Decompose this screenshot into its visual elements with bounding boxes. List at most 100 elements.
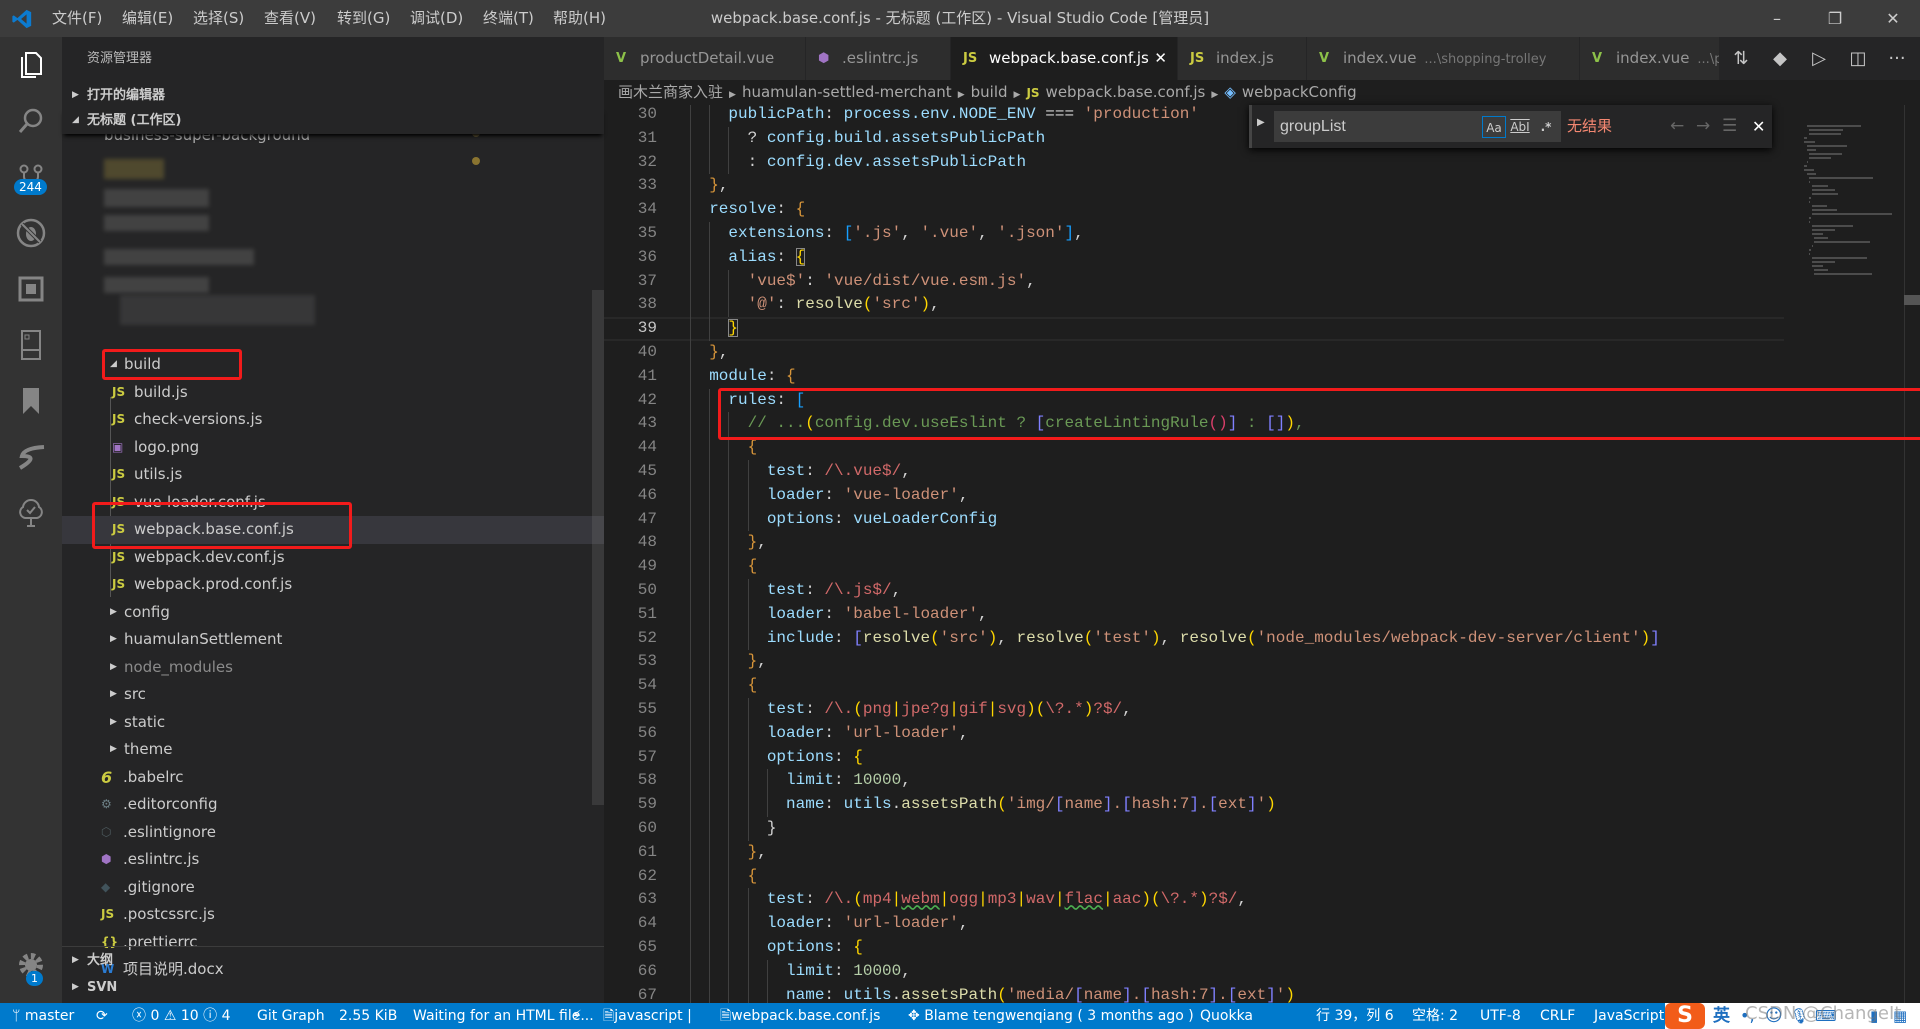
menu-item[interactable]: 转到(G) [337,0,390,37]
menu-item[interactable]: 编辑(E) [122,0,173,37]
match-case-toggle[interactable]: Aa [1482,116,1506,138]
encoding[interactable]: UTF-8 [1480,1003,1521,1029]
tree-item-logo-png[interactable]: ▣ logo.png [62,434,592,462]
code-token: , [1160,628,1180,647]
warning-count: 10 [180,1008,199,1024]
tree-item--eslintignore[interactable]: ⬡ .eslintignore [62,819,592,847]
whole-word-toggle[interactable]: AbI [1508,116,1532,138]
close-tab-icon[interactable]: ✕ [1154,37,1167,80]
blame-icon: ✥ [908,1008,925,1024]
line-ending[interactable]: CRLF [1540,1003,1575,1029]
menu-item[interactable]: 终端(T) [483,0,534,37]
panel-button[interactable] [0,317,62,373]
cursor-position[interactable]: 行 39，列 6 [1316,1003,1394,1029]
tree-item-src[interactable]: ▶ src [62,681,592,709]
breadcrumb-item[interactable]: webpackConfig [1242,83,1357,101]
tree-item-webpack-prod-conf-js[interactable]: JS webpack.prod.conf.js [62,571,592,599]
tab-index-js[interactable]: JS index.js [1178,37,1307,80]
warning-icon: ⚠ [163,1008,181,1024]
menu-item[interactable]: 文件(F) [52,0,102,37]
close-window-button[interactable]: ✕ [1870,0,1916,37]
breadcrumb-item[interactable]: build [971,83,1008,101]
svn-button[interactable] [0,429,62,485]
tree-item--eslintrc-js[interactable]: ⬢ .eslintrc.js [62,846,592,874]
tree-item-build-js[interactable]: JS build.js [62,379,592,407]
minimap-line [1811,193,1838,195]
quokka-button[interactable]: Quokka [1200,1003,1253,1029]
code-editor[interactable]: 30 publicPath: process.env.NODE_ENV === … [604,105,1920,1003]
language-mode[interactable]: JavaScript [1594,1003,1664,1029]
svn-section[interactable]: ▶ SVN [62,974,604,1001]
tree-item-static[interactable]: ▶ static [62,709,592,737]
sync-icon[interactable]: ⟳ [96,1003,108,1029]
chevron-right-icon: ▶ [110,744,117,754]
menu-item[interactable]: 调试(D) [410,0,463,37]
git-graph-button[interactable]: Git Graph [257,1003,325,1029]
search-button[interactable] [0,93,62,149]
restore-button[interactable]: ❐ [1812,0,1858,37]
source-control-button[interactable]: 244 [0,149,62,205]
tree-item-theme[interactable]: ▶ theme [62,736,592,764]
close-find-icon[interactable]: ✕ [1752,105,1765,148]
next-match-icon[interactable]: → [1696,105,1710,148]
tree-item-check-versions-js[interactable]: JS check-versions.js [62,406,592,434]
code-token: 'production' [1083,105,1199,123]
breadcrumb-item[interactable]: huamulan-settled-merchant [742,83,952,101]
code-token: [ [853,628,863,647]
split-editor-icon[interactable]: ◫ [1839,37,1877,80]
tab-index-vue[interactable]: Vindex.vue ...\p [1580,37,1720,80]
indentation[interactable]: 空格: 2 [1412,1003,1458,1029]
menu-item[interactable]: 查看(V) [264,0,316,37]
breadcrumb-item[interactable]: 画木兰商家入驻 [618,83,723,101]
menu-item[interactable]: 选择(S) [193,0,244,37]
tab-index-vue[interactable]: Vindex.vue ...\shopping-trolley [1307,37,1580,80]
minimap-line [1814,269,1829,271]
debug-button[interactable] [0,205,62,261]
bookmarks-button[interactable] [0,373,62,429]
explorer-button[interactable] [0,37,62,93]
open-editors-section[interactable]: ▶ 打开的编辑器 [62,82,604,109]
tab--eslintrc-js[interactable]: ⬢ .eslintrc.js [806,37,951,80]
breadcrumb-item[interactable]: webpack.base.conf.js [1046,83,1206,101]
sogou-logo-icon[interactable]: S [1665,1003,1705,1029]
lightning-icon[interactable]: ⚡ [572,1003,582,1029]
file-item[interactable]: 🗎webpack.base.conf.js [720,1003,880,1029]
sidebar-scrollbar[interactable] [592,290,604,805]
branch-item[interactable]: ᛘ master [12,1003,74,1029]
editor-scrollbar[interactable] [1904,105,1920,1003]
minimize-button[interactable]: – [1754,0,1800,37]
tree-item-config[interactable]: ▶ config [62,599,592,627]
tab-productdetail-vue[interactable]: VproductDetail.vue [604,37,806,80]
more-actions-icon[interactable]: ··· [1878,37,1916,80]
minimap[interactable] [1788,105,1892,1003]
outline-section[interactable]: ▶ 大纲 [62,947,604,974]
tree-item-utils-js[interactable]: JS utils.js [62,461,592,489]
tree-item-node-modules[interactable]: ▶ node_modules [62,654,592,682]
toggle-replace-icon[interactable]: ▶ [1257,117,1265,128]
run-icon[interactable]: ▷ [1800,37,1838,80]
find-in-selection-icon[interactable]: ☰ [1722,105,1737,148]
language-id-item[interactable]: 🗎javascript | [603,1003,692,1029]
code-token: ] [1122,985,1132,1003]
tab-webpack-base-conf-js[interactable]: JS webpack.base.conf.js ✕ [951,37,1178,80]
previous-match-icon[interactable]: ← [1670,105,1684,148]
workspace-section[interactable]: ◢ 无标题 (工作区) [62,107,604,134]
minimap-line [1809,253,1811,255]
blame-item[interactable]: ✥ Blame tengwenqiang ( 3 months ago ) [908,1003,1194,1029]
tree-item--babelrc[interactable]: 6 .babelrc [62,764,592,792]
tree-item--postcssrc-js[interactable]: JS .postcssrc.js [62,901,592,929]
ime-mode[interactable]: 英 [1713,1003,1730,1029]
problems-item[interactable]: ⓧ 0 ⚠ 10 ⓘ 4 [132,1003,231,1029]
settings-button[interactable]: 1 [0,937,62,993]
tree-item-huamulansettlement[interactable]: ▶ huamulanSettlement [62,626,592,654]
menu-item[interactable]: 帮助(H) [553,0,606,37]
tree-item--editorconfig[interactable]: ⚙ .editorconfig [62,791,592,819]
extensions-button[interactable] [0,261,62,317]
tree-item--gitignore[interactable]: ◆ .gitignore [62,874,592,902]
git-icon[interactable]: ◆ [1761,37,1799,80]
live-server-status[interactable]: Waiting for an HTML file... [413,1003,594,1029]
regex-toggle[interactable]: .* [1534,116,1558,138]
git-tree-button[interactable] [0,485,62,541]
compare-changes-icon[interactable]: ⇅ [1722,37,1760,80]
code-line: include: [resolve('src'), resolve('test'… [690,627,1660,651]
